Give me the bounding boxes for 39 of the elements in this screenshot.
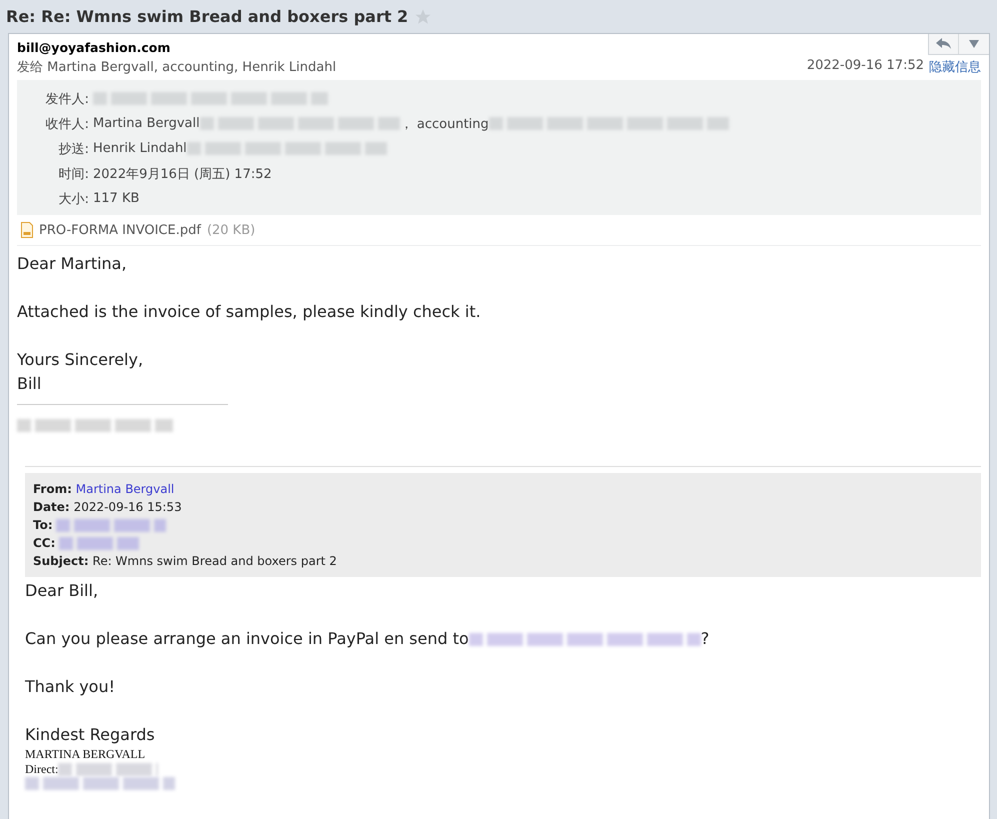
recipients-summary: 发给 Martina Bergvall, accounting, Henrik Lindahl: [17, 59, 336, 76]
field-label: From:: [33, 481, 72, 498]
question-mark: ?: [700, 628, 710, 650]
caret-icon: [969, 40, 979, 48]
reply-arrow-icon: [936, 38, 952, 50]
email-subject: Re: Re: Wmns swim Bread and boxers part 2: [6, 7, 408, 26]
detail-value: 117 KB: [93, 191, 140, 206]
detail-value: ， accounting: [400, 116, 489, 132]
field-value: Re: Wmns swim Bread and boxers part 2: [92, 553, 337, 570]
body-text: Bill: [17, 373, 42, 395]
detail-label: 收件人:: [44, 116, 89, 132]
field-value: 2022-09-16 15:53: [74, 499, 182, 516]
detail-value: 2022年9月16日 (周五) 17:52: [93, 166, 272, 182]
signature-text: MARTINA BERGVALL: [25, 747, 146, 762]
detail-label: 抄送:: [58, 140, 89, 158]
hide-details-link[interactable]: 隐藏信息: [929, 58, 981, 76]
attachment-size: (20 KB): [206, 222, 256, 238]
signature-text: Direct:: [25, 762, 58, 777]
body-text: Attached is the invoice of samples, please kindly check it.: [17, 301, 481, 323]
body-text: Yours Sincerely,: [17, 349, 144, 371]
field-label: Subject:: [33, 553, 89, 570]
detail-label: 大小:: [58, 190, 89, 208]
body-text: Dear Bill,: [25, 580, 98, 602]
field-label: CC:: [33, 535, 56, 552]
email-date: 2022-09-16 17:52: [806, 58, 924, 75]
body-text: Dear Martina,: [17, 253, 127, 275]
detail-value: Martina Bergvall: [93, 116, 200, 131]
pdf-file-icon: [21, 222, 33, 238]
detail-label: 时间:: [58, 166, 89, 182]
body-text: Can you please arrange an invoice in PayPal en send to: [25, 628, 469, 650]
detail-value: Henrik Lindahl: [93, 141, 187, 156]
body-text: Kindest Regards: [25, 724, 155, 746]
attachment-name[interactable]: PRO-FORMA INVOICE.pdf: [39, 222, 201, 238]
field-label: To:: [33, 517, 53, 534]
field-label: Date:: [33, 499, 70, 516]
detail-label: 发件人:: [44, 90, 89, 108]
sender-address: bill@yoyafashion.com: [17, 40, 170, 55]
body-text: Thank you!: [25, 676, 116, 698]
sender-link[interactable]: Martina Bergvall: [76, 480, 174, 498]
